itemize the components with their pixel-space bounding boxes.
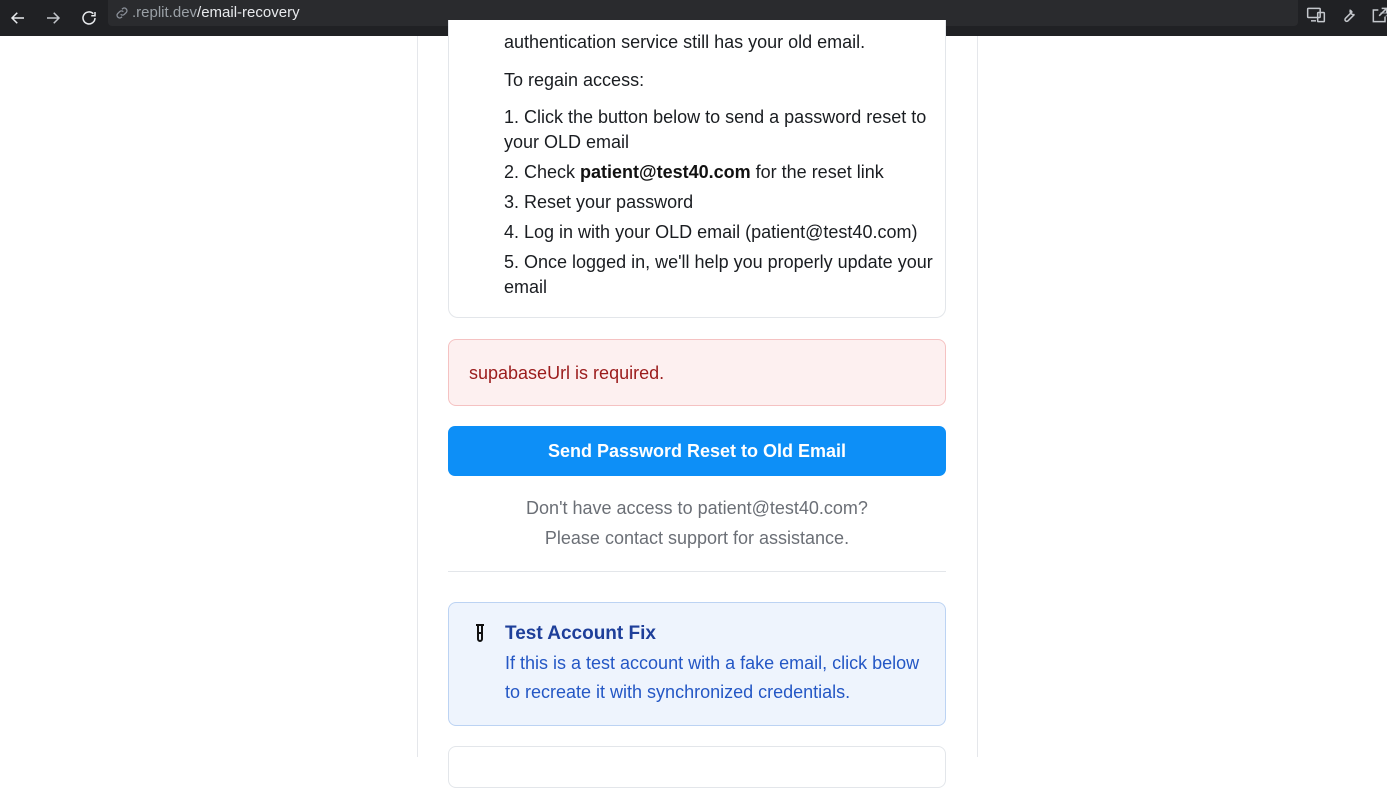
step-2: 2. Check patient@test40.com for the rese… xyxy=(504,160,884,185)
device-icon[interactable] xyxy=(1306,5,1326,25)
open-external-icon[interactable] xyxy=(1370,5,1387,25)
step-2-prefix: 2. Check xyxy=(504,162,581,182)
error-alert: supabaseUrl is required. xyxy=(448,339,946,406)
step-5-line-1: 5. Once logged in, we'll help you proper… xyxy=(504,252,933,272)
step-2-email: patient@test40.com xyxy=(580,162,751,182)
next-card xyxy=(448,746,946,788)
help-text-line-2: Please contact support for assistance. xyxy=(544,528,850,548)
step-1-line-1: 1. Click the button below to send a pass… xyxy=(504,107,927,127)
step-2-suffix: for the reset link xyxy=(750,162,884,182)
step-4: 4. Log in with your OLD email (patient@t… xyxy=(504,222,918,242)
step-5-line-2: email xyxy=(504,277,548,297)
forward-arrow-icon[interactable] xyxy=(40,5,66,31)
send-password-reset-button[interactable]: Send Password Reset to Old Email xyxy=(448,426,946,476)
error-message: supabaseUrl is required. xyxy=(469,363,665,383)
url-text: .replit.dev/email-recovery xyxy=(132,4,300,21)
reload-icon[interactable] xyxy=(76,5,102,31)
instructions-heading: To regain access: xyxy=(504,70,645,90)
back-arrow-icon[interactable] xyxy=(5,5,31,31)
test-tube-icon xyxy=(476,624,484,642)
test-account-fix-title: Test Account Fix xyxy=(505,623,656,644)
test-account-fix-card: Test Account Fix If this is a test accou… xyxy=(448,602,946,726)
url-host: .replit.dev xyxy=(132,4,198,21)
test-account-fix-body: If this is a test account with a fake em… xyxy=(505,653,920,702)
help-text-line-1: Don't have access to patient@test40.com? xyxy=(526,498,868,518)
step-1-line-2: your OLD email xyxy=(504,132,630,152)
url-path: /email-recovery xyxy=(197,4,300,21)
step-3: 3. Reset your password xyxy=(504,192,694,212)
wrench-icon[interactable] xyxy=(1338,5,1358,25)
link-icon xyxy=(116,7,128,19)
section-divider xyxy=(448,571,946,572)
instructions-partial-line: authentication service still has your ol… xyxy=(504,32,866,52)
